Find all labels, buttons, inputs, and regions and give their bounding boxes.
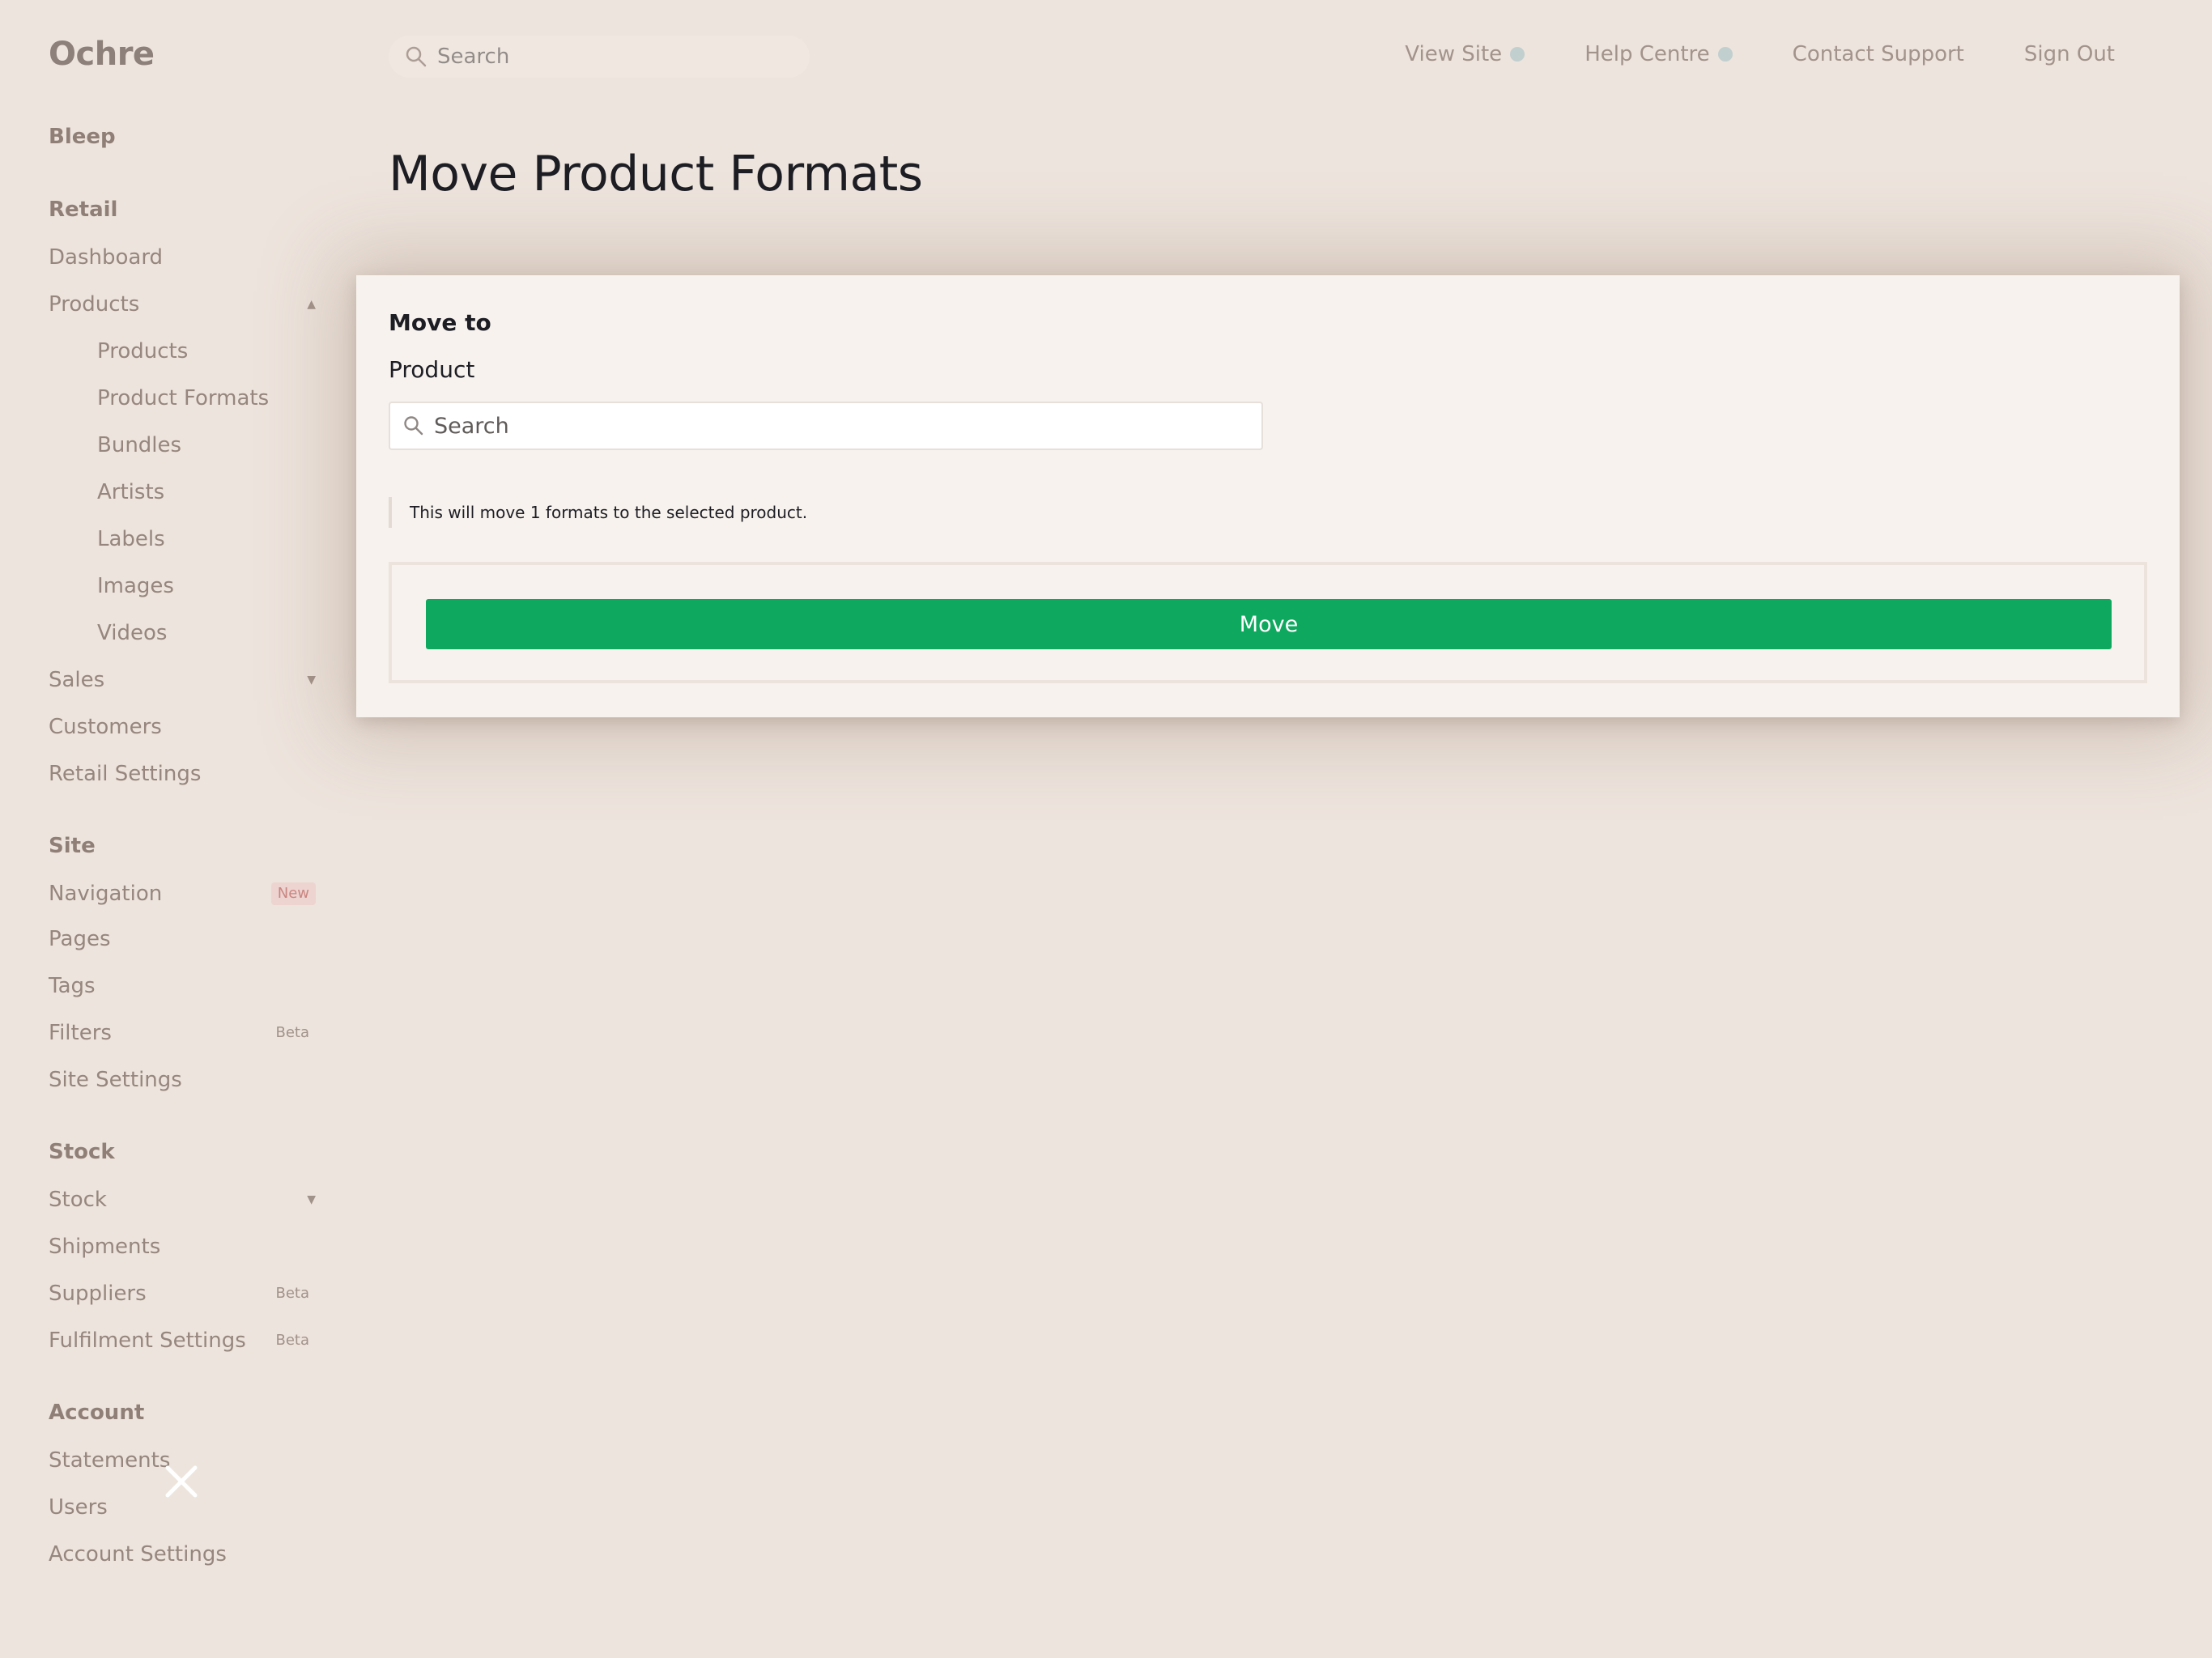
- product-search-box[interactable]: [389, 402, 1263, 450]
- action-panel: Move: [389, 562, 2147, 683]
- page-title: Move Product Formats: [389, 146, 923, 202]
- close-icon[interactable]: [164, 1464, 199, 1499]
- move-button[interactable]: Move: [426, 599, 2112, 649]
- move-modal: Move to Product This will move 1 formats…: [356, 275, 2180, 717]
- move-notice: This will move 1 formats to the selected…: [389, 497, 807, 528]
- modal-heading: Move to: [389, 309, 491, 336]
- product-field-label: Product: [389, 356, 475, 383]
- modal-backdrop[interactable]: [0, 0, 2212, 1658]
- product-search-input[interactable]: [434, 413, 1244, 439]
- search-icon: [404, 416, 423, 436]
